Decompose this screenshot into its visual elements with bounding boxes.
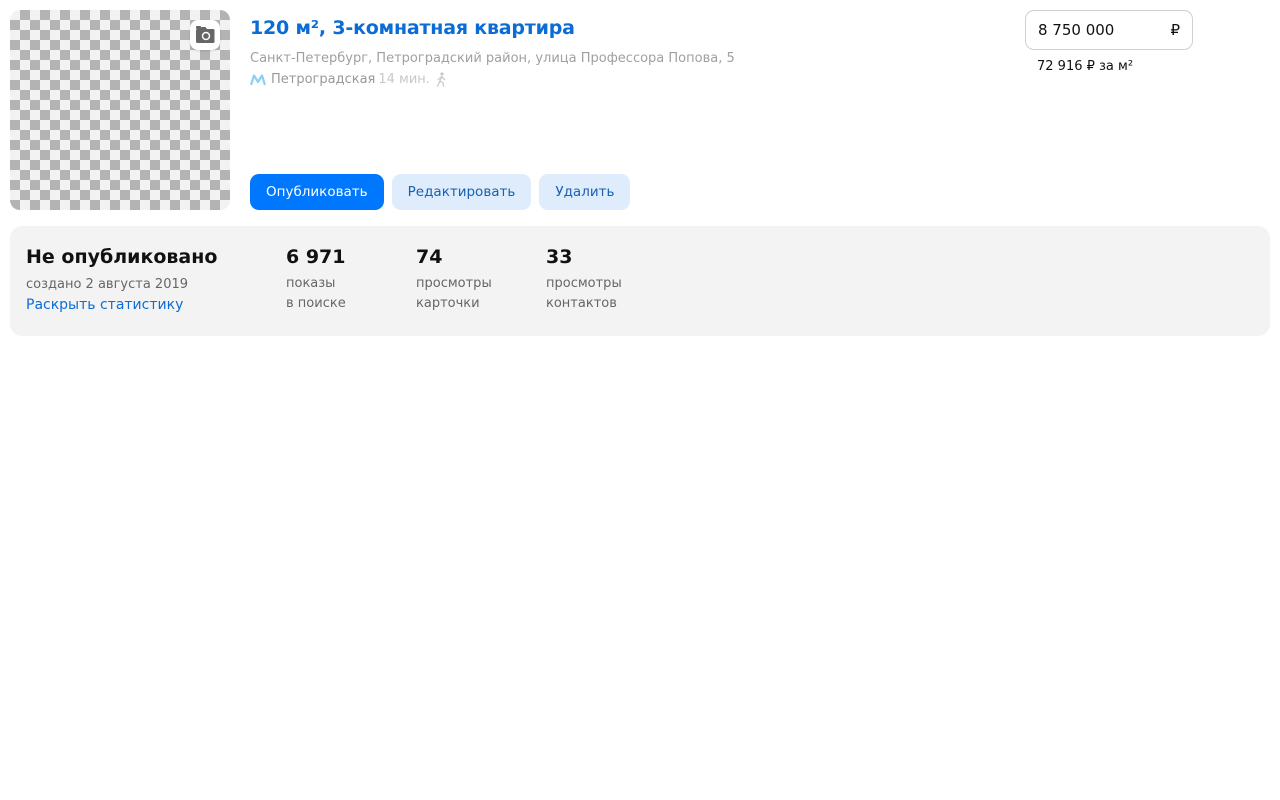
- edit-button[interactable]: Редактировать: [391, 174, 532, 210]
- price-input[interactable]: [1038, 21, 1158, 39]
- metro-station: Петроградская: [271, 72, 376, 87]
- upload-photo-button[interactable]: [190, 20, 220, 50]
- metric-label: просмотры контактов: [546, 274, 622, 314]
- price-field[interactable]: ₽: [1025, 10, 1193, 50]
- price-currency: ₽: [1170, 21, 1180, 39]
- metric-label-line: карточки: [416, 296, 480, 311]
- metric-label-line: просмотры: [416, 276, 492, 291]
- metro-info: Петроградская 14 мин.: [250, 72, 447, 87]
- listing-photo-placeholder[interactable]: [10, 10, 230, 210]
- metric-label-line: показы: [286, 276, 336, 291]
- expand-stats-link[interactable]: Раскрыть статистику: [26, 297, 183, 313]
- created-date: создано 2 августа 2019: [26, 277, 189, 292]
- listing-address: Санкт-Петербург, Петроградский район, ул…: [250, 51, 735, 66]
- walking-person-icon: [436, 72, 446, 87]
- metric-label-line: в поиске: [286, 296, 346, 311]
- listing-actions: Опубликовать Редактировать Удалить: [250, 174, 631, 210]
- publication-status: Не опубликовано: [26, 246, 218, 268]
- metric-value: 74: [416, 246, 443, 268]
- metro-icon: [250, 73, 266, 85]
- metric-search-impressions: 6 971 показы в поиске: [286, 246, 346, 314]
- metric-value: 33: [546, 246, 573, 268]
- price-per-meter: 72 916 ₽ за м²: [1037, 59, 1134, 74]
- metric-label: показы в поиске: [286, 274, 346, 314]
- metric-label-line: контактов: [546, 296, 617, 311]
- metric-value: 6 971: [286, 246, 346, 268]
- metric-label-line: просмотры: [546, 276, 622, 291]
- metric-contact-views: 33 просмотры контактов: [546, 246, 622, 314]
- publish-button[interactable]: Опубликовать: [250, 174, 384, 210]
- stats-panel: Не опубликовано создано 2 августа 2019 Р…: [10, 226, 1270, 336]
- camera-icon: [196, 26, 215, 43]
- delete-button[interactable]: Удалить: [539, 174, 631, 210]
- listing-title[interactable]: 120 м², 3-комнатная квартира: [250, 17, 575, 39]
- metro-time: 14 мин.: [378, 72, 430, 87]
- metric-card-views: 74 просмотры карточки: [416, 246, 492, 314]
- metric-label: просмотры карточки: [416, 274, 492, 314]
